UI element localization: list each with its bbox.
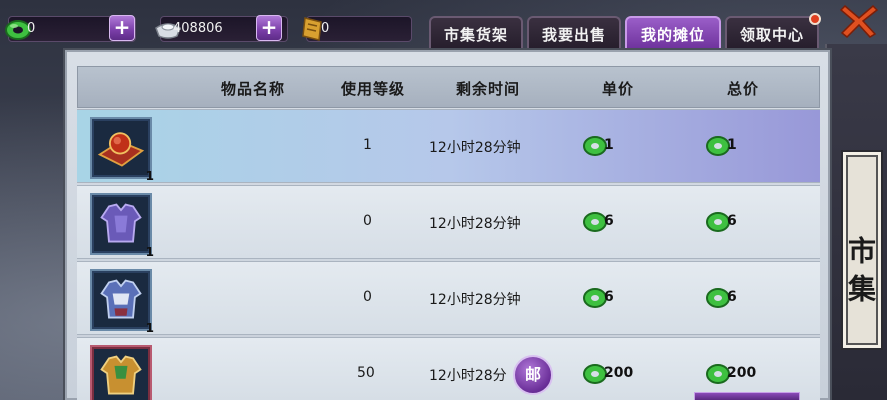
notification-badge: [809, 13, 821, 25]
close-icon[interactable]: [839, 2, 879, 38]
item-level: 1: [363, 137, 372, 153]
item-time-left: 12小时28分钟: [429, 140, 521, 156]
jade-value: 0: [27, 21, 36, 36]
add-jade-button[interactable]: +: [109, 15, 135, 41]
voucher-currency: 0: [302, 16, 412, 42]
item-level: 50: [357, 365, 375, 381]
table-header: 物品名称 使用等级 剩余时间 单价 总价: [77, 66, 820, 108]
mail-button[interactable]: 邮: [513, 355, 553, 395]
item-level: 0: [363, 213, 372, 229]
tab-my-stall[interactable]: 我的摊位: [625, 16, 721, 52]
item-level: 0: [363, 289, 372, 305]
market-side-title: 市集: [841, 150, 883, 350]
unit-price-value: 6: [604, 289, 614, 305]
total-price-value: 200: [727, 365, 757, 381]
total-price-value: 6: [727, 213, 737, 229]
add-silver-button[interactable]: +: [256, 15, 282, 41]
table-row[interactable]: 1 0 12小时28分钟 6 6: [77, 261, 820, 335]
item-slot[interactable]: [90, 345, 152, 400]
red-carpet-item-icon: [97, 132, 145, 167]
item-time-left: 12小时28分: [429, 368, 507, 384]
tab-claim-center[interactable]: 领取中心: [725, 13, 821, 52]
tab-sell-item[interactable]: 我要出售: [527, 16, 621, 52]
total-price-value: 6: [727, 289, 737, 305]
blue-armor-item-icon: [100, 279, 142, 319]
item-quantity: 1: [145, 245, 154, 259]
voucher-value: 0: [321, 21, 330, 36]
header-item-name: 物品名称: [220, 80, 285, 98]
table-row[interactable]: 1 0 12小时28分钟 6 6: [77, 185, 820, 259]
unit-price-value: 6: [604, 213, 614, 229]
item-quantity: 1: [145, 321, 154, 335]
header-time-left: 剩余时间: [455, 80, 520, 98]
item-slot[interactable]: 1: [90, 269, 154, 335]
item-slot[interactable]: 1: [90, 193, 154, 259]
silver-value: 408806: [173, 21, 223, 36]
item-time-left: 12小时28分钟: [429, 216, 521, 232]
header-level: 使用等级: [340, 80, 405, 98]
header-total-price: 总价: [726, 80, 759, 98]
total-price-value: 1: [727, 137, 737, 153]
table-row[interactable]: 50 12小时28分 200 200: [77, 337, 820, 400]
tab-market-shelf[interactable]: 市集货架: [429, 16, 523, 52]
bottom-action-button[interactable]: [694, 392, 800, 400]
unit-price-value: 200: [604, 365, 634, 381]
stall-panel: 物品名称 使用等级 剩余时间 单价 总价 1 1 12小时28分钟 1 1 1 …: [65, 50, 830, 400]
item-time-left: 12小时28分钟: [429, 292, 521, 308]
table-row[interactable]: 1 1 12小时28分钟 1 1: [77, 109, 820, 183]
header-unit-price: 单价: [601, 80, 634, 98]
purple-armor-item-icon: [100, 203, 142, 243]
gold-armor-item-icon: [100, 355, 142, 395]
item-quantity: 1: [145, 169, 154, 183]
unit-price-value: 1: [604, 137, 614, 153]
item-slot[interactable]: 1: [90, 117, 154, 183]
tab-claim-center-label: 领取中心: [739, 26, 804, 44]
